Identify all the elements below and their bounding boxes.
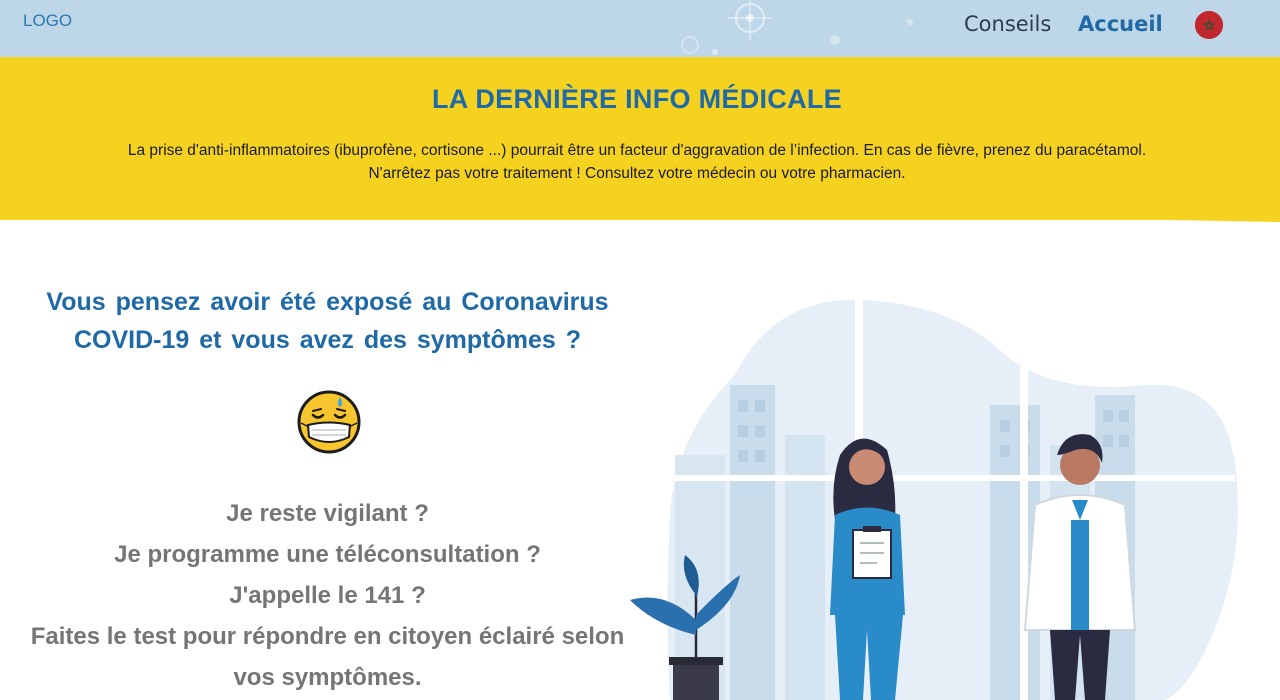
question-line-2: COVID-19 et vous avez des symptômes ?: [73, 326, 582, 354]
symptoms-question-heading: Vous pensez avoir été exposé au Coronavi…: [20, 283, 635, 359]
nav-link-accueil[interactable]: Accueil: [1078, 12, 1163, 36]
banner-title: LA DERNIÈRE INFO MÉDICALE: [431, 84, 842, 114]
face-with-mask-icon: [297, 390, 361, 454]
question-line-1: Vous pensez avoir été exposé au Coronavi…: [46, 288, 609, 316]
doctors-illustration: [630, 295, 1238, 700]
banner-wave-edge: [0, 208, 1280, 222]
guidance-options-list: Je reste vigilant ? Je programme une tél…: [20, 493, 635, 698]
option-stay-vigilant: Je reste vigilant ?: [226, 500, 429, 527]
banner-line-2: N'arrêtez pas votre traitement ! Consult…: [368, 165, 906, 182]
top-navbar: LOGO Conseils Accueil: [0, 0, 1280, 57]
option-call-141: J'appelle le 141 ?: [229, 582, 426, 609]
option-teleconsultation: Je programme une téléconsultation ?: [114, 541, 541, 568]
logo-link[interactable]: LOGO: [23, 11, 72, 31]
banner-line-1: La prise d'anti-inflammatoires (ibuprofè…: [127, 142, 1147, 159]
banner-text: La prise d'anti-inflammatoires (ibuprofè…: [0, 139, 1274, 185]
language-flag-button[interactable]: [1195, 11, 1223, 39]
nav-link-conseils[interactable]: Conseils: [964, 12, 1051, 36]
morocco-flag-icon: [1195, 11, 1223, 39]
option-take-test-cont: vos symptômes.: [233, 664, 422, 691]
option-take-test: Faites le test pour répondre en citoyen …: [30, 623, 625, 650]
